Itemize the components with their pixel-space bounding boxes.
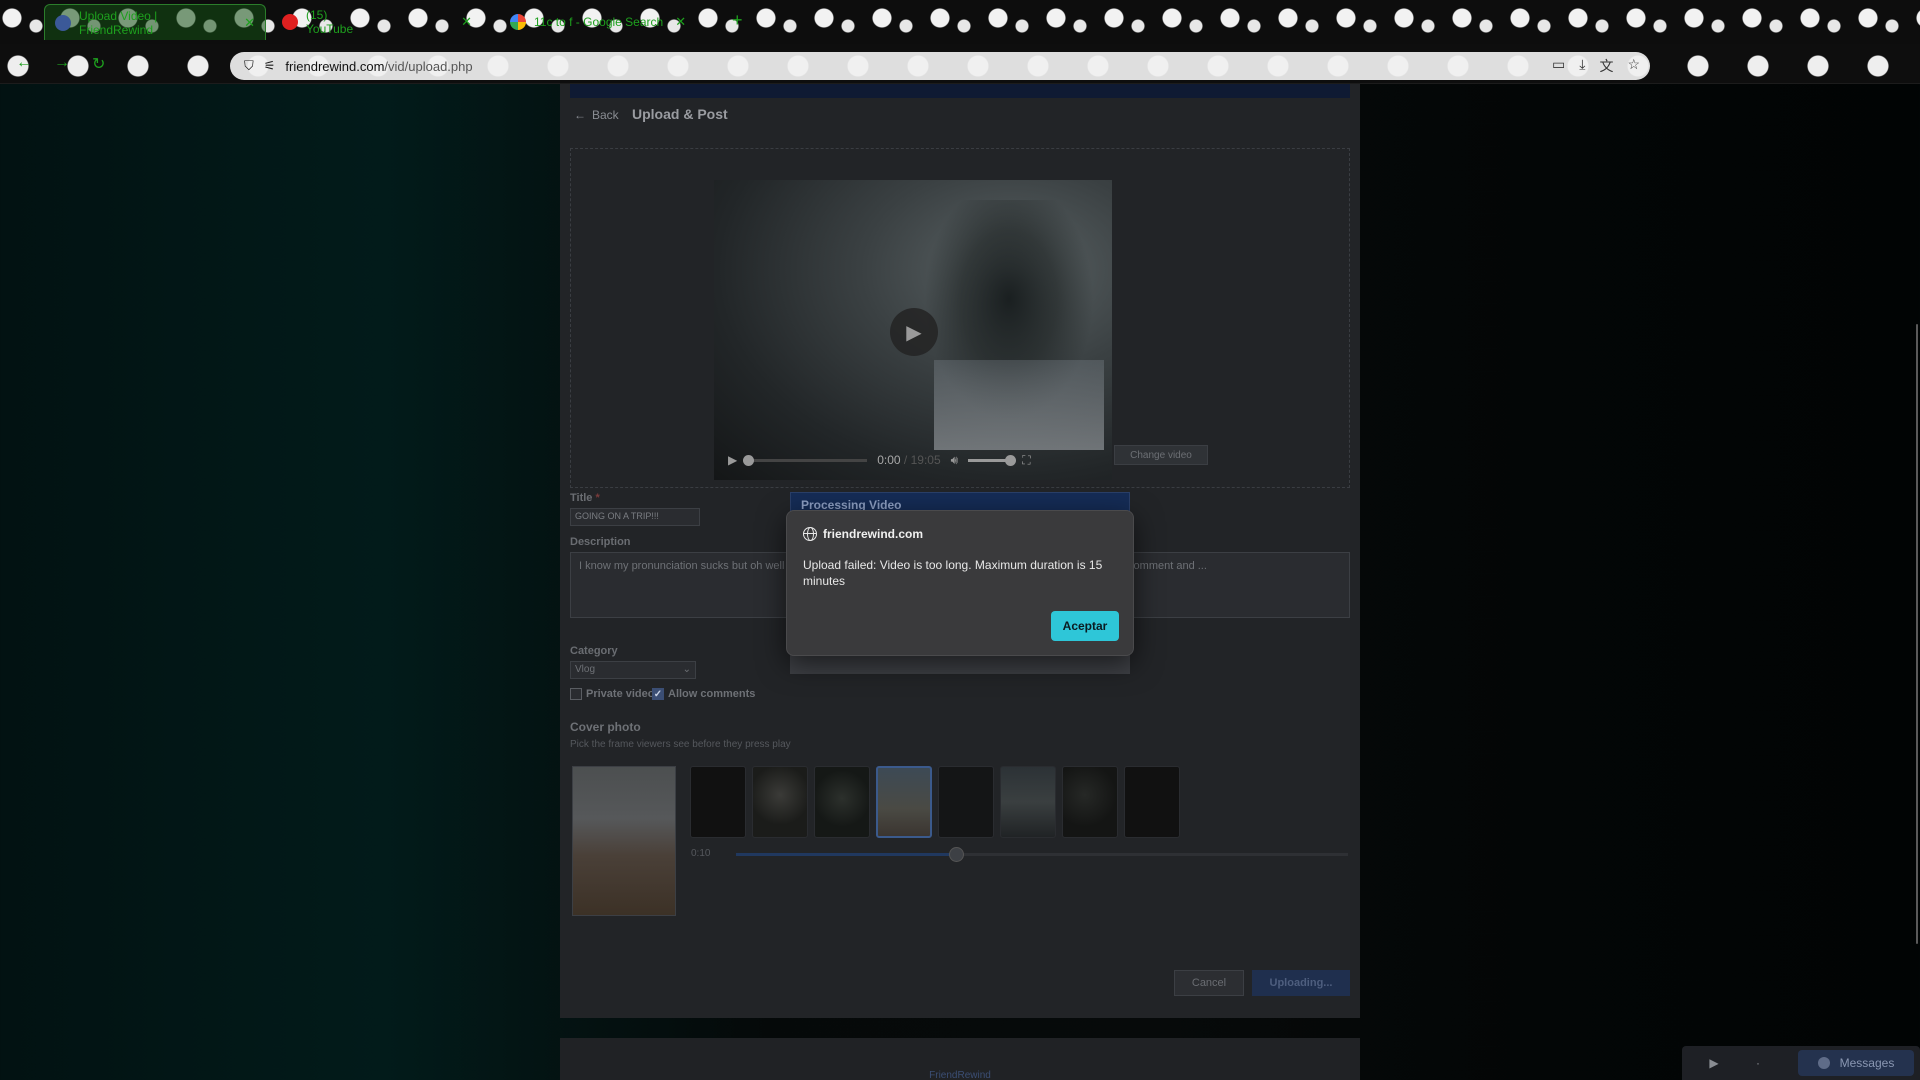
- allow-comments-option[interactable]: ✓ Allow comments: [652, 688, 755, 700]
- friendrewind-favicon-icon: [55, 14, 71, 31]
- tab-google-search[interactable]: 11c to f - Google Search ✕: [500, 4, 720, 40]
- category-value: Vlog: [575, 664, 596, 675]
- private-video-option[interactable]: Private video: [570, 688, 654, 700]
- video-current-time: 0:00: [877, 453, 901, 467]
- person-icon: [1817, 1057, 1830, 1069]
- scrollbar-thumb[interactable]: [1916, 324, 1918, 944]
- volume-slider[interactable]: [968, 454, 1017, 466]
- page-footer: FriendRewind: [560, 1038, 1360, 1080]
- back-link[interactable]: ← Back: [574, 108, 619, 122]
- page-scrollbar[interactable]: [1912, 84, 1920, 1080]
- play-icon[interactable]: ▶: [1704, 1053, 1724, 1073]
- cover-scrubber-handle[interactable]: [949, 847, 965, 862]
- cover-frame[interactable]: [938, 766, 994, 838]
- messages-label: Messages: [1839, 1056, 1895, 1070]
- cover-frame[interactable]: [814, 766, 870, 838]
- messages-dock: ▶ · Messages: [1682, 1046, 1920, 1080]
- alert-message: Upload failed: Video is too long. Maximu…: [803, 558, 1103, 588]
- alert-origin-text: friendrewind.com: [823, 527, 924, 541]
- globe-icon: [803, 527, 817, 541]
- cover-frame-selected[interactable]: [876, 766, 932, 838]
- back-label: Back: [592, 108, 619, 122]
- tab-upload-video[interactable]: Upload Video | FriendRewind ✕: [44, 4, 266, 40]
- title-input[interactable]: GOING ON A TRIP!!!: [570, 508, 700, 526]
- title-label-text: Title: [570, 492, 593, 504]
- video-controls: ▶ 0:00 / 19:05 🔊︎ ⛶: [714, 440, 1112, 480]
- upload-button[interactable]: Uploading...: [1252, 970, 1350, 996]
- category-select[interactable]: Vlog ⌄: [570, 661, 696, 679]
- cover-photo-hint: Pick the frame viewers see before they p…: [570, 739, 791, 750]
- tab-youtube[interactable]: (15) YouTube ✕: [272, 4, 482, 40]
- cover-frame[interactable]: [1000, 766, 1056, 838]
- cover-photo-preview: [572, 766, 676, 916]
- url-path: /vid/upload.php: [384, 58, 473, 74]
- arrow-left-icon: ←: [574, 108, 586, 122]
- dot-icon[interactable]: ·: [1748, 1053, 1768, 1073]
- video-thumbnail-sky: [934, 360, 1104, 450]
- messages-button[interactable]: Messages: [1798, 1050, 1914, 1076]
- cover-photo-title: Cover photo: [570, 720, 641, 734]
- alert-ok-button[interactable]: Aceptar: [1051, 611, 1119, 641]
- required-marker: *: [595, 492, 600, 504]
- tab-title: (15) YouTube: [306, 8, 354, 36]
- close-icon[interactable]: ✕: [675, 14, 686, 30]
- cover-scrubber-fill: [736, 853, 957, 856]
- footer-link[interactable]: FriendRewind: [560, 1070, 1360, 1080]
- alert-dialog: friendrewind.com Upload failed: Video is…: [786, 510, 1134, 656]
- cover-frame[interactable]: [752, 766, 808, 838]
- change-video-button[interactable]: Change video: [1114, 445, 1208, 465]
- cover-frame[interactable]: [1124, 766, 1180, 838]
- alert-origin: friendrewind.com: [803, 527, 1117, 541]
- address-bar[interactable]: ⛉ ⚟ friendrewind.com /vid/upload.php ▭ ⤓…: [230, 52, 1650, 80]
- cancel-button[interactable]: Cancel: [1174, 970, 1244, 996]
- back-icon[interactable]: ←: [16, 54, 32, 72]
- page-header-strip: [570, 84, 1350, 98]
- video-duration: 19:05: [910, 453, 941, 467]
- youtube-favicon-icon: [282, 14, 298, 30]
- category-label: Category: [570, 645, 618, 657]
- shield-icon[interactable]: ⛉: [244, 58, 254, 74]
- tab-title: Upload Video | FriendRewind: [79, 8, 158, 37]
- cover-frame-strip: [690, 766, 1180, 838]
- title-label: Title *: [570, 492, 600, 504]
- url-host: friendrewind.com: [285, 58, 385, 74]
- cover-scrubber[interactable]: [736, 847, 1348, 862]
- close-icon[interactable]: ✕: [244, 15, 255, 31]
- description-label: Description: [570, 536, 631, 548]
- play-icon[interactable]: ▶: [890, 308, 938, 356]
- tab-title: 11c to f - Google Search: [534, 15, 664, 29]
- address-bar-actions: ▭ ⤓ 文 ☆: [1552, 56, 1640, 76]
- allow-comments-label: Allow comments: [668, 688, 756, 700]
- allow-comments-checkbox[interactable]: ✓: [652, 688, 664, 700]
- browser-tab-bar: Upload Video | FriendRewind ✕ (15) YouTu…: [0, 0, 1920, 44]
- fullscreen-icon[interactable]: ⛶: [1022, 453, 1030, 468]
- cover-frame[interactable]: [1062, 766, 1118, 838]
- video-player[interactable]: ▶ ▶ 0:00 / 19:05 🔊︎ ⛶: [714, 180, 1112, 480]
- download-icon[interactable]: ⤓: [1579, 56, 1585, 76]
- site-settings-icon[interactable]: ⚟: [264, 58, 276, 74]
- volume-icon[interactable]: 🔊︎: [951, 453, 959, 468]
- private-video-checkbox[interactable]: [570, 688, 582, 700]
- video-time: 0:00 / 19:05: [877, 453, 940, 467]
- video-seek-bar[interactable]: [743, 454, 868, 466]
- translate-icon[interactable]: 文: [1599, 56, 1613, 76]
- cover-frame[interactable]: [690, 766, 746, 838]
- reload-icon[interactable]: ↻: [92, 54, 105, 74]
- close-icon[interactable]: ✕: [461, 14, 472, 30]
- chevron-down-icon: ⌄: [682, 664, 691, 675]
- star-icon[interactable]: ☆: [1627, 56, 1640, 76]
- play-button-icon[interactable]: ▶: [728, 453, 737, 467]
- scrub-time: 0:10: [691, 848, 711, 859]
- new-tab-icon[interactable]: +: [732, 10, 743, 31]
- video-time-separator: /: [900, 453, 911, 467]
- private-video-label: Private video: [586, 688, 655, 700]
- cast-icon[interactable]: ▭: [1552, 56, 1565, 76]
- forward-icon[interactable]: →: [54, 54, 70, 72]
- page-title: Upload & Post: [632, 106, 728, 122]
- google-favicon-icon: [510, 14, 526, 30]
